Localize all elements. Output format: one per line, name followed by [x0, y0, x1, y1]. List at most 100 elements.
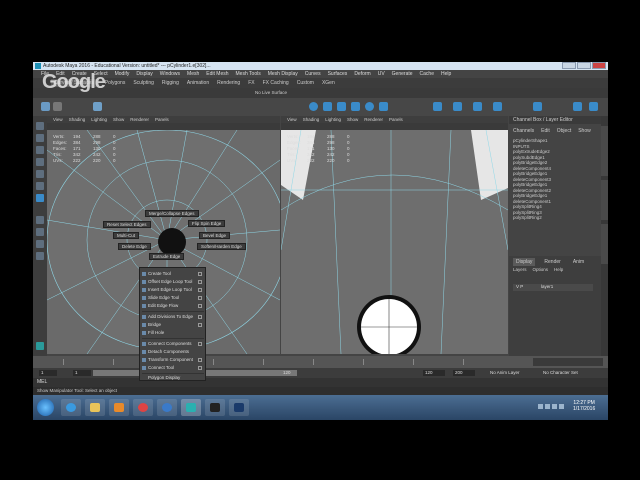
cm-add-divisions[interactable]: Add Divisions To Edge — [148, 314, 193, 319]
uv-icon[interactable] — [533, 102, 542, 111]
tab-polygons[interactable]: Polygons — [105, 80, 126, 86]
vp-menu-view[interactable]: View — [287, 117, 297, 122]
rotate-tool-icon[interactable] — [36, 170, 44, 178]
cb-menu-show[interactable]: Show — [578, 128, 591, 134]
move-tool-icon[interactable] — [36, 158, 44, 166]
front-viewport[interactable]: View Shading Lighting Show Renderer Pane… — [281, 116, 508, 354]
paint-tool-icon[interactable] — [36, 146, 44, 154]
tab-sculpting[interactable]: Sculpting — [133, 80, 154, 86]
layer-menu-options[interactable]: Options — [533, 267, 549, 272]
menu-cache[interactable]: Cache — [420, 71, 434, 77]
vp-menu-panels[interactable]: Panels — [389, 117, 403, 122]
vp-menu-show[interactable]: Show — [347, 117, 358, 122]
tab-display[interactable]: Display — [513, 258, 536, 266]
cm-edit-edge-flow[interactable]: Edit Edge Flow — [148, 303, 178, 308]
combine-icon[interactable] — [433, 102, 442, 111]
range-end-field[interactable]: 120 — [423, 370, 445, 376]
taskbar-clock[interactable]: 12:27 PM 1/17/2016 — [573, 400, 595, 412]
range-end2-field[interactable]: 200 — [453, 370, 475, 376]
curve-icon[interactable] — [93, 102, 102, 111]
range-frame-field[interactable]: 120 — [281, 370, 297, 376]
tab-rendering[interactable]: Rendering — [217, 80, 240, 86]
command-line[interactable] — [33, 378, 608, 387]
cone-icon[interactable] — [351, 102, 360, 111]
vp-menu-show[interactable]: Show — [113, 117, 124, 122]
character-set-dropdown[interactable]: No Character Set — [541, 370, 591, 376]
mm-merge-collapse[interactable]: Merge/Collapse Edges — [145, 210, 199, 217]
cm-connect-components[interactable]: Connect Components — [148, 341, 192, 346]
list-item[interactable]: polyBridgeEdge2 — [513, 160, 551, 166]
anim-layer-dropdown[interactable]: No Anim Layer — [488, 370, 533, 376]
taskbar-photoshop[interactable] — [229, 399, 249, 416]
tab-render[interactable]: Render — [541, 258, 563, 266]
menu-curves[interactable]: Curves — [305, 71, 321, 77]
list-item[interactable]: polySplitRing2 — [513, 215, 551, 221]
cm-offset-edge-loop[interactable]: Offset Edge Loop Tool — [148, 279, 192, 284]
layer-flags[interactable]: V P — [516, 284, 523, 289]
cm-connect-tool[interactable]: Connect Tool — [148, 365, 174, 370]
mm-bevel-edge[interactable]: Bevel Edge — [199, 232, 231, 239]
cylinder-icon[interactable] — [337, 102, 346, 111]
taskbar-ie2[interactable] — [157, 399, 177, 416]
range-start2-field[interactable]: 1 — [73, 370, 91, 376]
option-box-icon[interactable] — [198, 288, 202, 292]
menu-windows[interactable]: Windows — [160, 71, 180, 77]
mel-label[interactable]: MEL — [37, 379, 47, 385]
taskbar-maya[interactable] — [181, 399, 201, 416]
tab-fx[interactable]: FX — [248, 80, 254, 86]
plane-icon[interactable] — [379, 102, 388, 111]
extrude-icon[interactable] — [453, 102, 462, 111]
start-button[interactable] — [37, 399, 54, 416]
menu-mesh[interactable]: Mesh — [187, 71, 199, 77]
select-tool-icon[interactable] — [36, 122, 44, 130]
menu-help[interactable]: Help — [441, 71, 451, 77]
option-box-icon[interactable] — [198, 323, 202, 327]
tray-icon[interactable] — [538, 404, 543, 409]
menu-deform[interactable]: Deform — [354, 71, 370, 77]
list-item[interactable]: polyBridgeEdge1 — [513, 182, 551, 188]
list-item[interactable]: polyBridgeEdge1 — [513, 193, 551, 199]
lasso-tool-icon[interactable] — [36, 134, 44, 142]
cm-bridge[interactable]: Bridge — [148, 322, 161, 327]
bevel-icon[interactable] — [493, 102, 502, 111]
menu-modify[interactable]: Modify — [115, 71, 130, 77]
cb-menu-object[interactable]: Object — [557, 128, 571, 134]
taskbar-explorer[interactable] — [85, 399, 105, 416]
list-item[interactable]: polyBridgeEdge1 — [513, 171, 551, 177]
torus-icon[interactable] — [365, 102, 374, 111]
tray-icon[interactable] — [545, 404, 550, 409]
layer-name[interactable]: layer1 — [541, 284, 553, 289]
taskbar-media[interactable] — [109, 399, 129, 416]
layout-single-icon[interactable] — [36, 216, 44, 224]
taskbar-ie[interactable] — [61, 399, 81, 416]
mm-multi-cut[interactable]: Multi-Cut — [113, 232, 140, 239]
tab-anim[interactable]: Anim — [570, 258, 587, 266]
tray-icon[interactable] — [552, 404, 557, 409]
cb-menu-channels[interactable]: Channels — [513, 128, 534, 134]
option-box-icon[interactable] — [198, 342, 202, 346]
playback-controls[interactable] — [533, 358, 603, 366]
cm-slide-edge[interactable]: Slide Edge Tool — [148, 295, 179, 300]
cm-polygon-display[interactable]: Polygon Display — [148, 375, 180, 380]
option-box-icon[interactable] — [198, 315, 202, 319]
menu-mesh-tools[interactable]: Mesh Tools — [236, 71, 261, 77]
vp-menu-renderer[interactable]: Renderer — [364, 117, 383, 122]
layer-row[interactable]: V P layer1 — [513, 284, 593, 291]
list-item[interactable]: pCylinderShape1 — [513, 138, 551, 144]
vp-menu-shading[interactable]: Shading — [303, 117, 320, 122]
vp-menu-panels[interactable]: Panels — [155, 117, 169, 122]
cb-menu-edit[interactable]: Edit — [541, 128, 550, 134]
scale-tool-icon[interactable] — [36, 182, 44, 190]
option-box-icon[interactable] — [198, 272, 202, 276]
option-box-icon[interactable] — [198, 358, 202, 362]
cm-insert-edge-loop[interactable]: Insert Edge Loop Tool — [148, 287, 192, 292]
layer-menu-help[interactable]: Help — [554, 267, 563, 272]
cm-detach-components[interactable]: Detach Components — [148, 349, 189, 354]
menu-generate[interactable]: Generate — [392, 71, 413, 77]
menu-display[interactable]: Display — [136, 71, 152, 77]
tab-custom[interactable]: Custom — [297, 80, 314, 86]
bridge-icon[interactable] — [473, 102, 482, 111]
layout-stack-icon[interactable] — [36, 252, 44, 260]
tab-xgen[interactable]: XGen — [322, 80, 335, 86]
vp-menu-renderer[interactable]: Renderer — [130, 117, 149, 122]
